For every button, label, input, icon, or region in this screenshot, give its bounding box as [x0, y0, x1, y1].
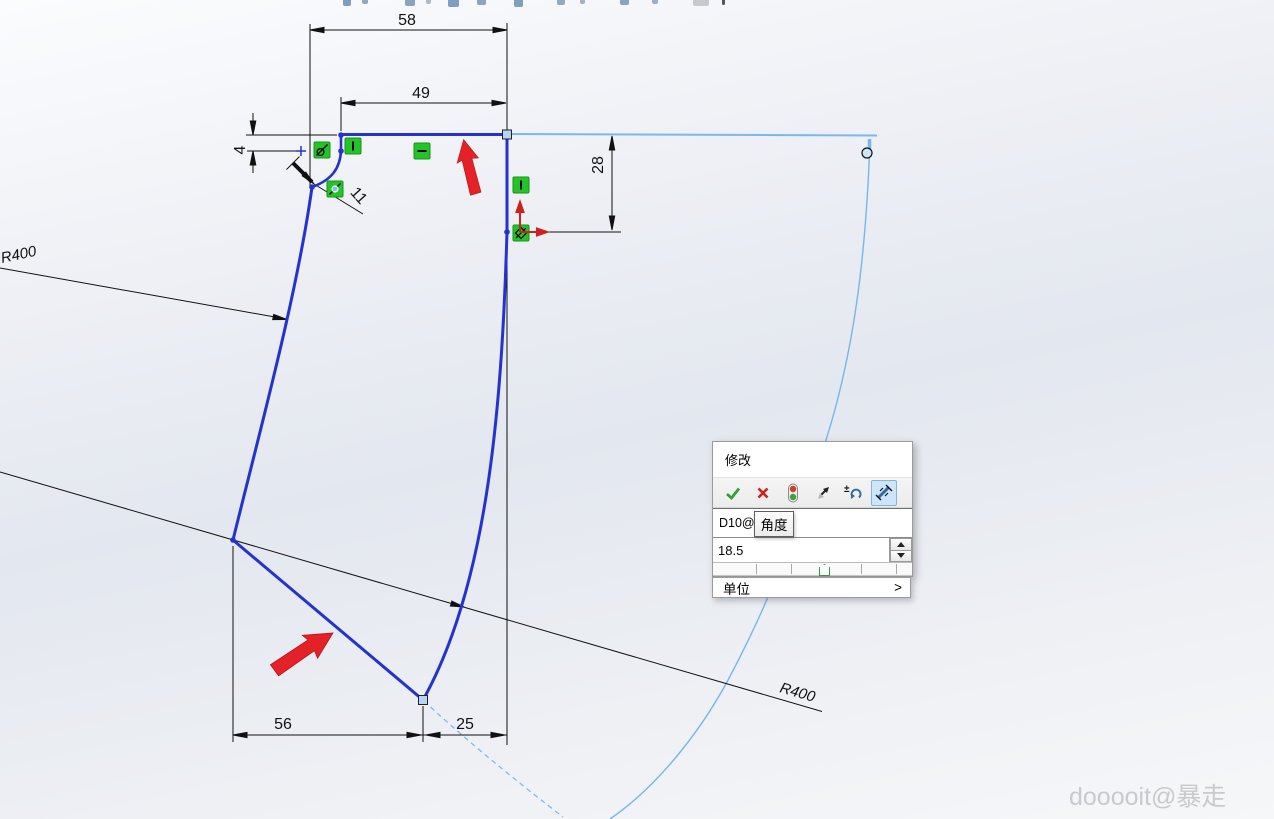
cancel-button[interactable]: [751, 481, 775, 505]
accept-button[interactable]: [721, 481, 745, 505]
dimension-value-row: 18.5: [713, 538, 912, 563]
dimension-upper-width[interactable]: 49: [412, 85, 430, 102]
thumbwheel-tick: [861, 564, 862, 574]
constraint-icons[interactable]: [313, 137, 530, 242]
sketch-point[interactable]: [309, 184, 315, 190]
dimension-fillet-radius[interactable]: 11: [346, 184, 370, 208]
dimension-value-input[interactable]: 18.5: [713, 538, 889, 562]
value-thumbwheel[interactable]: [713, 563, 912, 576]
accept-icon: [726, 487, 741, 500]
vertical-constraint-icon[interactable]: [344, 137, 362, 155]
sketch-left-curve[interactable]: [231, 185, 314, 542]
dimension-bottom-left-width[interactable]: 56: [274, 716, 292, 733]
tangent-constraint-icon-selected[interactable]: [326, 180, 344, 198]
sketch-point[interactable]: [338, 132, 344, 138]
rebuild-icon: [788, 483, 798, 502]
reverse-direction-icon: [818, 486, 829, 499]
watermark: dooooit@暴走: [1069, 783, 1227, 811]
thumbwheel-tick: [756, 564, 757, 574]
thumbwheel-knob[interactable]: [819, 564, 830, 576]
sketch-point[interactable]: [504, 229, 510, 235]
construction-point-marker[interactable]: [861, 147, 873, 159]
red-arrow-northeast: [269, 632, 334, 677]
increment-spin-button[interactable]: ±: [841, 481, 865, 505]
reverse-direction-button[interactable]: [811, 481, 835, 505]
dimension-right-radius[interactable]: R400: [778, 680, 818, 706]
tangent-constraint-icon[interactable]: [313, 141, 331, 159]
thumbwheel-tick: [791, 564, 792, 574]
horizontal-constraint-icon[interactable]: [413, 142, 431, 160]
rebuild-button[interactable]: [781, 481, 805, 505]
dimension-tooltip: 角度: [754, 511, 794, 537]
mark-dimension-icon: [875, 484, 893, 500]
cancel-icon: [757, 487, 769, 498]
modify-dialog-title: 修改: [713, 442, 912, 477]
annotation-arrows: [269, 138, 482, 677]
vertical-constraint-icon[interactable]: [512, 176, 530, 194]
selected-vertex-marker[interactable]: [502, 129, 512, 140]
dimension-name-field[interactable]: D10@ 角度: [713, 508, 912, 538]
modify-dialog[interactable]: 修改 ± D10@ 角度 18.5 单位 >: [712, 441, 913, 598]
dimension-bottom-right-width[interactable]: 25: [456, 716, 474, 733]
sketch-point[interactable]: [338, 148, 344, 154]
spin-down-button[interactable]: [890, 550, 912, 562]
sketch-right-curve[interactable]: [421, 230, 509, 702]
sketch-point[interactable]: [230, 537, 236, 543]
sketch-profile[interactable]: [231, 133, 509, 702]
selected-vertex-marker[interactable]: [418, 695, 428, 705]
thumbwheel-tick: [896, 564, 897, 574]
dimension-tooltip-label: 角度: [760, 518, 788, 533]
dimension-top-width[interactable]: 58: [398, 12, 416, 29]
dimensions: [0, 23, 823, 745]
svg-text:±: ±: [844, 484, 850, 495]
arc-center-cross[interactable]: [296, 146, 306, 156]
dimension-value: 18.5: [718, 542, 744, 558]
construction-dashed-line[interactable]: [423, 700, 564, 818]
modify-dialog-toolbar: ±: [713, 477, 912, 508]
units-expander[interactable]: 单位 >: [712, 577, 911, 598]
construction-horizontal-line[interactable]: [506, 133, 878, 137]
dimension-corner-offset[interactable]: 4: [232, 145, 249, 154]
spin-up-button[interactable]: [890, 538, 912, 551]
spin-down-icon: [897, 553, 905, 559]
sketch-points[interactable]: [230, 129, 512, 705]
dimension-left-radius[interactable]: R400: [0, 243, 39, 267]
sketch-bottom-line[interactable]: [231, 538, 425, 702]
dimension-name-value: D10@: [719, 516, 755, 530]
chevron-right-icon: >: [894, 580, 902, 595]
red-arrow-up: [456, 138, 482, 196]
spin-up-icon: [897, 541, 905, 547]
increment-spin-icon: ±: [844, 484, 862, 499]
dimension-right-height[interactable]: 28: [590, 156, 607, 174]
value-spinner: [889, 538, 912, 562]
mark-dimension-button[interactable]: [871, 479, 897, 506]
units-label: 单位: [723, 581, 750, 597]
sketch-viewport[interactable]: 58 49 4 11 28 56 25 R400 R400: [0, 0, 1274, 819]
